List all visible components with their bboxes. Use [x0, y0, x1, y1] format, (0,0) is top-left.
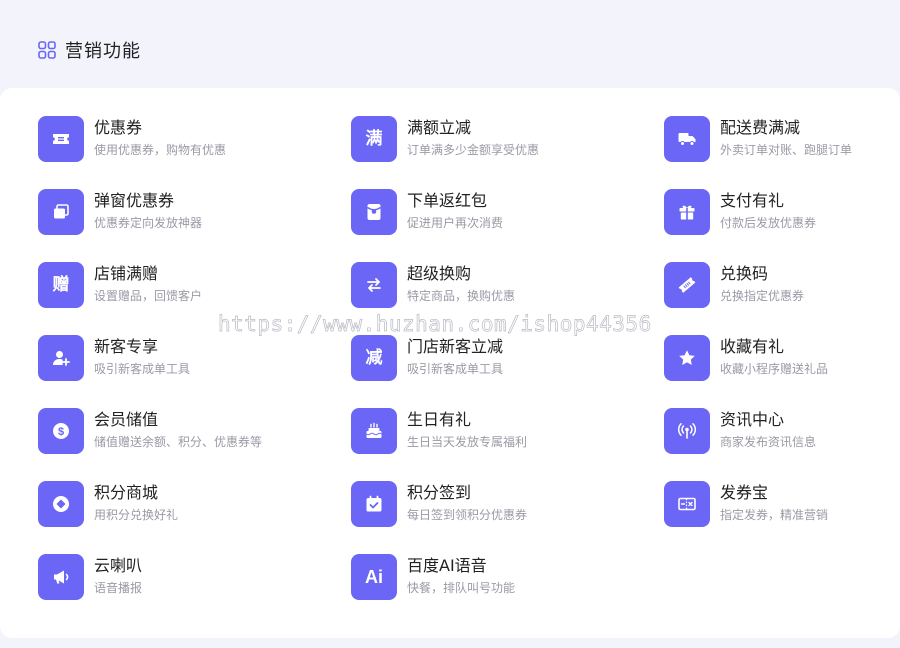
feature-title: 发券宝 [720, 483, 769, 502]
feature-desc: 外卖订单对账、跑腿订单 [720, 143, 853, 157]
delivery-truck-icon [664, 116, 710, 162]
feature-item-pay-gift[interactable]: 支付有礼 付款后发放优惠券 [664, 189, 900, 262]
feature-desc: 付款后发放优惠券 [720, 216, 817, 230]
feature-desc: 每日签到领积分优惠券 [407, 508, 528, 522]
star-icon [664, 335, 710, 381]
ticket-icon [38, 116, 84, 162]
feature-title: 弹窗优惠券 [94, 191, 175, 210]
feature-desc: 生日当天发放专属福利 [407, 435, 528, 449]
feature-desc: 用积分兑换好礼 [94, 508, 179, 522]
svg-text:$: $ [58, 426, 64, 438]
feature-title: 收藏有礼 [720, 337, 785, 356]
feature-item-cloud-speaker[interactable]: 云喇叭 语音播报 [38, 554, 351, 627]
store-reduction-icon: 减 [351, 335, 397, 381]
red-packet-icon [351, 189, 397, 235]
feature-item-red-packet[interactable]: 下单返红包 促进用户再次消费 [351, 189, 664, 262]
feature-item-full-reduction[interactable]: 满 满额立减 订单满多少金额享受优惠 [351, 116, 664, 189]
feature-title: 下单返红包 [407, 191, 488, 210]
feature-title: 生日有礼 [407, 410, 472, 429]
feature-title: 云喇叭 [94, 556, 143, 575]
coupon-voucher-icon [664, 481, 710, 527]
feature-title: 百度AI语音 [407, 556, 487, 575]
feature-item-redeem-code[interactable]: 兑换码 兑换指定优惠券 [664, 262, 900, 335]
gift-glyph-icon: 赠 [38, 262, 84, 308]
feature-desc: 订单满多少金额享受优惠 [407, 143, 540, 157]
feature-desc: 吸引新客成单工具 [94, 362, 191, 376]
popup-window-icon [38, 189, 84, 235]
feature-desc: 储值赠送余额、积分、优惠券等 [94, 435, 263, 449]
feature-item-points-mall[interactable]: 积分商城 用积分兑换好礼 [38, 481, 351, 554]
feature-item-birthday-gift[interactable]: 生日有礼 生日当天发放专属福利 [351, 408, 664, 481]
megaphone-icon [38, 554, 84, 600]
feature-item-new-customer[interactable]: 新客专享 吸引新客成单工具 [38, 335, 351, 408]
full-reduction-glyph: 满 [365, 128, 383, 149]
feature-title: 积分签到 [407, 483, 472, 502]
gift-box-icon [664, 189, 710, 235]
feature-item-store-gift[interactable]: 赠 店铺满赠 设置赠品，回馈客户 [38, 262, 351, 335]
feature-item-super-exchange[interactable]: 超级换购 特定商品，换购优惠 [351, 262, 664, 335]
feature-item-member-deposit[interactable]: $ 会员储值 储值赠送余额、积分、优惠券等 [38, 408, 351, 481]
feature-item-points-checkin[interactable]: 积分签到 每日签到领积分优惠券 [351, 481, 664, 554]
store-reduction-glyph: 减 [365, 347, 383, 368]
feature-desc: 快餐，排队叫号功能 [407, 581, 516, 595]
redeem-code-icon [664, 262, 710, 308]
feature-title: 新客专享 [94, 337, 159, 356]
feature-item-news-center[interactable]: 资讯中心 商家发布资讯信息 [664, 408, 900, 481]
birthday-cake-icon [351, 408, 397, 454]
feature-grid: 优惠券 使用优惠券，购物有优惠 满 满额立减 订单满多少金额享受优惠 配送费满减… [38, 116, 900, 627]
feature-desc: 设置赠品，回馈客户 [94, 289, 203, 303]
feature-item-coupon-treasure[interactable]: 发券宝 指定发券，精准营销 [664, 481, 900, 554]
feature-desc: 指定发券，精准营销 [720, 508, 829, 522]
feature-item-favorite-gift[interactable]: 收藏有礼 收藏小程序赠送礼品 [664, 335, 900, 408]
feature-title: 门店新客立减 [407, 337, 504, 356]
feature-title: 配送费满减 [720, 118, 801, 137]
feature-desc: 语音播报 [94, 581, 143, 595]
section-title: 营销功能 [65, 41, 141, 62]
feature-title: 优惠券 [94, 118, 143, 137]
full-reduction-icon: 满 [351, 116, 397, 162]
feature-title: 资讯中心 [720, 410, 785, 429]
feature-title: 超级换购 [407, 264, 472, 283]
feature-desc: 优惠券定向发放神器 [94, 216, 203, 230]
dollar-coin-icon: $ [38, 408, 84, 454]
feature-title: 兑换码 [720, 264, 769, 283]
feature-item-store-new-customer[interactable]: 减 门店新客立减 吸引新客成单工具 [351, 335, 664, 408]
feature-title: 店铺满赠 [94, 264, 159, 283]
feature-desc: 吸引新客成单工具 [407, 362, 504, 376]
add-user-icon [38, 335, 84, 381]
feature-desc: 使用优惠券，购物有优惠 [94, 143, 227, 157]
feature-desc: 特定商品，换购优惠 [407, 289, 516, 303]
feature-desc: 商家发布资讯信息 [720, 435, 817, 449]
calendar-check-icon [351, 481, 397, 527]
broadcast-icon [664, 408, 710, 454]
feature-item-baidu-ai-voice[interactable]: Ai 百度AI语音 快餐，排队叫号功能 [351, 554, 664, 627]
section-header: 营销功能 [38, 38, 141, 62]
feature-desc: 兑换指定优惠券 [720, 289, 805, 303]
feature-item-delivery-fee[interactable]: 配送费满减 外卖订单对账、跑腿订单 [664, 116, 900, 189]
grid-icon [38, 41, 56, 59]
feature-item-coupon[interactable]: 优惠券 使用优惠券，购物有优惠 [38, 116, 351, 189]
gift-glyph: 赠 [52, 274, 70, 295]
exchange-arrows-icon [351, 262, 397, 308]
feature-title: 支付有礼 [720, 191, 785, 210]
feature-item-popup-coupon[interactable]: 弹窗优惠券 优惠券定向发放神器 [38, 189, 351, 262]
points-mall-icon [38, 481, 84, 527]
ai-voice-icon: Ai [351, 554, 397, 600]
ai-glyph: Ai [365, 567, 383, 587]
feature-title: 积分商城 [94, 483, 159, 502]
feature-desc: 促进用户再次消费 [407, 216, 504, 230]
feature-title: 会员储值 [94, 410, 159, 429]
feature-title: 满额立减 [407, 118, 472, 137]
feature-desc: 收藏小程序赠送礼品 [720, 362, 829, 376]
